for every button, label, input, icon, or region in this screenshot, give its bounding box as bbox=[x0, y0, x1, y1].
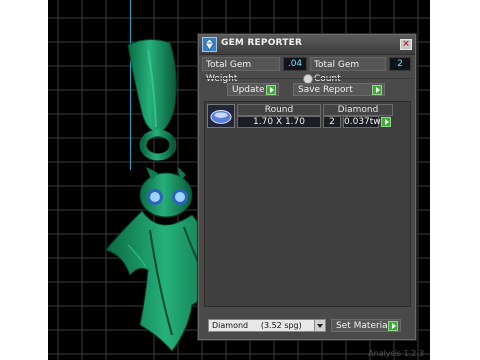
set-material-button[interactable]: Set Material bbox=[331, 319, 401, 332]
gem-reporter-icon bbox=[202, 37, 217, 52]
save-report-button-label: Save Report bbox=[298, 85, 353, 95]
save-report-button[interactable]: Save Report bbox=[293, 83, 385, 96]
go-arrow-icon[interactable] bbox=[381, 117, 391, 127]
total-gem-weight-value: .04 bbox=[283, 57, 307, 71]
go-arrow-icon bbox=[372, 85, 382, 95]
total-gem-count-label: Total Gem Count bbox=[310, 57, 386, 84]
panel-titlebar[interactable]: GEM REPORTER × bbox=[199, 35, 415, 55]
total-gem-weight-label: Total Gem Weight bbox=[202, 57, 280, 84]
panel-title: GEM REPORTER bbox=[221, 38, 303, 48]
viewport-status-text: Analysis 1.2.3 bbox=[368, 349, 424, 358]
gem-count-cell: 2 bbox=[323, 116, 341, 128]
total-gem-count-value: 2 bbox=[389, 57, 411, 71]
material-dropdown-value: Diamond (3.52 spg) bbox=[212, 321, 302, 330]
table-row[interactable]: Round Diamond 1.70 X 1.70 2 0.037tw bbox=[207, 104, 393, 128]
go-arrow-icon bbox=[388, 321, 398, 331]
material-dropdown[interactable]: Diamond (3.52 spg) bbox=[208, 319, 326, 332]
set-material-button-label: Set Material bbox=[336, 321, 391, 331]
gem-reporter-panel: GEM REPORTER × Total Gem Weight .04 Tota… bbox=[198, 34, 416, 340]
update-button-label: Update bbox=[232, 85, 265, 95]
gem-shape-cell: Round bbox=[237, 104, 321, 116]
gem-weight-cell: 0.037tw bbox=[343, 116, 381, 128]
gem-size-cell: 1.70 X 1.70 bbox=[237, 116, 321, 128]
close-icon[interactable]: × bbox=[400, 39, 412, 50]
update-button[interactable]: Update bbox=[227, 83, 279, 96]
round-gem-icon bbox=[207, 104, 235, 128]
dropdown-arrow-icon bbox=[314, 320, 325, 331]
gem-list[interactable]: Round Diamond 1.70 X 1.70 2 0.037tw bbox=[204, 101, 411, 307]
gem-material-cell: Diamond bbox=[323, 104, 393, 116]
totals-row: Total Gem Weight .04 Total Gem Count 2 bbox=[202, 57, 414, 84]
go-arrow-icon bbox=[266, 85, 276, 95]
